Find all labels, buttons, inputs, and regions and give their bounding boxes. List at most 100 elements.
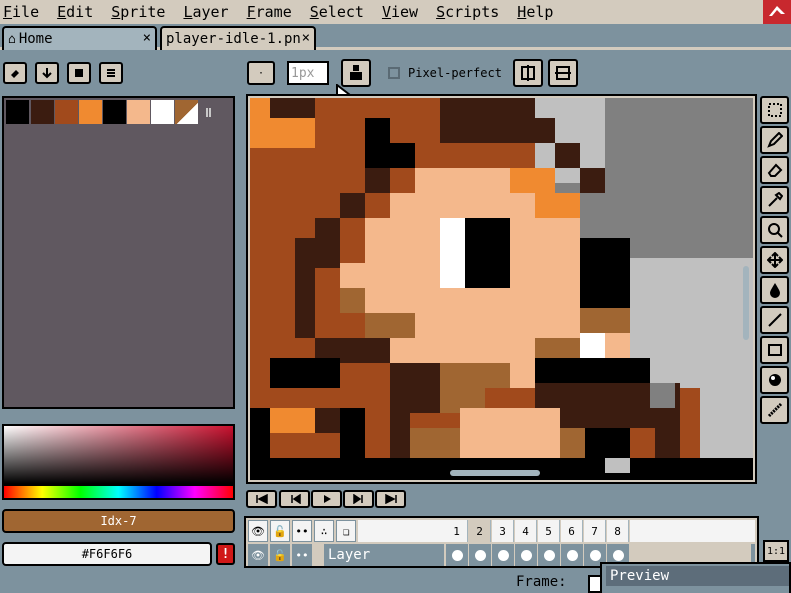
tab-home-label: Home — [18, 31, 53, 47]
palette-swatch[interactable] — [127, 100, 150, 124]
pencil-icon[interactable] — [760, 126, 789, 154]
menu-frame[interactable]: Frame — [244, 3, 292, 21]
cel[interactable] — [446, 544, 468, 566]
palette-swatch[interactable] — [103, 100, 126, 124]
rectangle-icon[interactable] — [760, 336, 789, 364]
bucket-icon[interactable] — [760, 276, 789, 304]
cel[interactable] — [469, 544, 491, 566]
marquee-icon[interactable] — [760, 96, 789, 124]
canvas-horizontal-scrollbar[interactable] — [450, 470, 540, 476]
layers-icon[interactable]: ❏ — [336, 520, 356, 542]
dot-icon: · — [257, 67, 265, 79]
play-button[interactable] — [311, 490, 342, 508]
layer-eye-icon[interactable]: 👁 — [248, 544, 268, 566]
cel[interactable] — [492, 544, 514, 566]
menu-layer[interactable]: Layer — [180, 3, 228, 21]
eraser-icon[interactable] — [3, 62, 27, 84]
canvas-frame — [246, 94, 757, 484]
symmetry-vertical-icon — [521, 65, 535, 81]
preview-title[interactable]: Preview — [606, 566, 789, 586]
palette-swatch[interactable] — [151, 100, 174, 124]
ink-button[interactable] — [341, 59, 371, 87]
sprite-canvas[interactable] — [250, 98, 753, 480]
palette-swatch[interactable] — [6, 100, 29, 124]
stop-icon[interactable] — [67, 62, 91, 84]
menu-bar: File Edit Sprite Layer Frame Select View… — [0, 0, 791, 24]
frame-header-5[interactable]: 5 — [538, 520, 560, 542]
menu-scripts[interactable]: Scripts — [433, 3, 499, 21]
frame-header-6[interactable]: 6 — [561, 520, 583, 542]
palette-panel[interactable] — [2, 96, 235, 409]
color-index-label[interactable]: Idx-7 — [2, 509, 235, 533]
move-icon[interactable] — [760, 246, 789, 274]
frame-label: Frame: — [516, 574, 567, 590]
color-spectrum[interactable] — [2, 424, 235, 500]
hue-slider[interactable] — [4, 484, 233, 498]
palette-swatch[interactable] — [55, 100, 78, 124]
layer-lock-icon[interactable]: 🔓 — [270, 544, 290, 566]
timeline-header-spacer — [630, 520, 755, 542]
last-frame-button[interactable] — [375, 490, 406, 508]
aseprite-logo-icon[interactable] — [763, 0, 791, 24]
frame-header-8[interactable]: 8 — [607, 520, 629, 542]
warning-icon[interactable]: ! — [216, 543, 235, 565]
layer-continuous-icon[interactable]: •• — [292, 544, 312, 566]
menu-edit[interactable]: Edit — [54, 3, 93, 21]
close-icon[interactable]: × — [143, 30, 151, 46]
home-icon: ⌂ — [8, 31, 16, 47]
menu-view[interactable]: View — [379, 3, 418, 21]
tab-bar: ⌂ Home × player-idle-1.pn × — [0, 24, 791, 50]
timeline-header-spacer — [358, 520, 446, 542]
sprite-art — [250, 98, 753, 480]
preview-window: Preview — [600, 562, 791, 593]
ink-icon — [350, 65, 362, 80]
frame-header-7[interactable]: 7 — [584, 520, 606, 542]
tab-player-idle-label: player-idle-1.pn — [166, 31, 301, 47]
eye-icon[interactable]: 👁 — [248, 520, 268, 542]
first-frame-button[interactable] — [246, 490, 277, 508]
symmetry-vertical-button[interactable] — [513, 59, 543, 87]
lock-icon[interactable]: 🔓 — [270, 520, 290, 542]
tool-palette — [760, 96, 791, 426]
zoom-reset-button[interactable]: 1:1 — [763, 540, 789, 562]
palette-swatch[interactable] — [31, 100, 54, 124]
palette-resize-handle[interactable] — [206, 108, 211, 117]
symmetry-horizontal-icon — [555, 66, 571, 80]
frame-header-1[interactable]: 1 — [446, 520, 468, 542]
eraser-icon[interactable] — [760, 156, 789, 184]
cel[interactable] — [538, 544, 560, 566]
timeline-panel: 👁 🔓 •• ∴ ❏ 1 2 3 4 5 6 7 8 👁 🔓 •• Layer — [244, 516, 759, 568]
next-frame-button[interactable] — [343, 490, 374, 508]
brush-type-button[interactable]: · — [247, 61, 275, 85]
zoom-icon[interactable] — [760, 216, 789, 244]
cel[interactable] — [515, 544, 537, 566]
arrow-down-icon[interactable] — [35, 62, 59, 84]
line-icon[interactable] — [760, 306, 789, 334]
tab-player-idle[interactable]: player-idle-1.pn × — [160, 26, 316, 50]
layer-name[interactable]: Layer — [324, 544, 444, 566]
frame-header-4[interactable]: 4 — [515, 520, 537, 542]
menu-file[interactable]: File — [0, 3, 39, 21]
close-icon[interactable]: × — [302, 30, 310, 46]
frame-header-3[interactable]: 3 — [492, 520, 514, 542]
ellipse-icon[interactable] — [760, 366, 789, 394]
continuous-icon[interactable]: •• — [292, 520, 312, 542]
menu-help[interactable]: Help — [514, 3, 553, 21]
prev-frame-button[interactable] — [279, 490, 310, 508]
palette-swatch-selected[interactable] — [175, 100, 198, 124]
palette-swatch[interactable] — [79, 100, 102, 124]
color-hex-field[interactable]: #F6F6F6 — [2, 542, 212, 566]
tab-home[interactable]: ⌂ Home × — [2, 26, 157, 50]
canvas-vertical-scrollbar[interactable] — [743, 266, 749, 340]
pixel-perfect-checkbox[interactable] — [388, 67, 400, 79]
frame-header-2[interactable]: 2 — [469, 520, 491, 542]
menu-icon[interactable] — [99, 62, 123, 84]
eyedropper-icon[interactable] — [760, 186, 789, 214]
brush-size-input[interactable]: 1px — [287, 61, 329, 85]
onion-skin-icon[interactable]: ∴ — [314, 520, 334, 542]
cel[interactable] — [561, 544, 583, 566]
menu-sprite[interactable]: Sprite — [108, 3, 165, 21]
symmetry-horizontal-button[interactable] — [548, 59, 578, 87]
menu-select[interactable]: Select — [307, 3, 364, 21]
blur-icon[interactable] — [760, 396, 789, 424]
